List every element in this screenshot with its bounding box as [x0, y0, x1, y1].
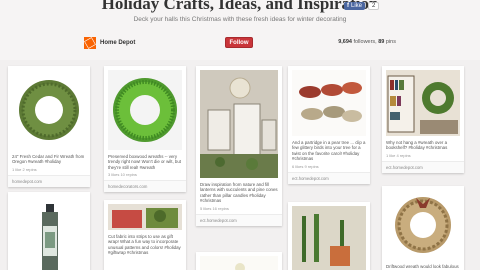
pin-card[interactable]: Draw inspiration from nature and fill la…	[196, 66, 282, 226]
pin-source[interactable]: ect.homedepot.com	[288, 171, 370, 184]
pin-source[interactable]: homedecorators.com	[104, 180, 186, 193]
facebook-like-label: Like	[351, 3, 363, 9]
pin-stats: 3 likes 10 repins	[108, 172, 137, 178]
owner-bar: Home Depot Follow 9,694 followers, 89 pi…	[84, 36, 396, 50]
pin-card[interactable]: And a partridge in a pear tree ... clip …	[288, 66, 370, 184]
pin-card[interactable]: 24" Fresh Cedar and Fir Wreath from Oreg…	[8, 66, 90, 187]
board-description: Deck your halls this Christmas with thes…	[133, 16, 347, 23]
home-depot-logo-icon	[84, 37, 96, 49]
pin-card[interactable]	[196, 252, 282, 270]
pin-image-cedar-wreath[interactable]	[12, 70, 86, 150]
pin-description: Draw inspiration from nature and fill la…	[200, 182, 278, 204]
pin-description: Driftwood wreath would look fabulous	[386, 264, 459, 269]
pin-description: Preserved boxwood wreaths -- very trendy…	[108, 154, 181, 170]
pin-card[interactable]: Why not hang a #wreath over a bookshelf?…	[382, 66, 464, 173]
pin-stats: 5 likes 16 repins	[200, 205, 229, 211]
pin-description: And a partridge in a pear tree ... clip …	[292, 140, 366, 162]
facebook-like-count: 2	[368, 2, 380, 10]
pin-image-boxwood-wreath[interactable]	[108, 70, 182, 150]
pin-description: 24" Fresh Cedar and Fir Wreath from Oreg…	[12, 154, 85, 165]
pin-image-plant[interactable]	[292, 206, 366, 270]
pin-card[interactable]	[8, 192, 90, 270]
facebook-like[interactable]: f Like 2	[344, 1, 380, 11]
pin-stats: 1 like 2 repins	[12, 166, 37, 172]
followers-label: followers,	[353, 39, 377, 45]
pin-description: Cut fabric into strips to use as gift wr…	[108, 234, 181, 256]
pin-card[interactable]: Preserved boxwood wreaths -- very trendy…	[104, 66, 186, 193]
pin-image-glitter-birds[interactable]	[292, 70, 366, 136]
pin-card[interactable]: Driftwood wreath would look fabulous	[382, 186, 464, 270]
pin-description: Why not hang a #wreath over a bookshelf?…	[386, 140, 448, 151]
pin-image-fabric-giftwrap[interactable]	[108, 204, 182, 230]
pins-label: pins	[385, 39, 396, 45]
facebook-like-button[interactable]: f Like	[344, 2, 366, 10]
pin-image-ornament[interactable]	[200, 256, 278, 270]
pin-image-bottle[interactable]	[12, 196, 86, 270]
pin-image-bookshelf-wreath[interactable]	[386, 70, 460, 136]
pin-image-driftwood-wreath[interactable]	[386, 190, 460, 260]
facebook-icon: f	[347, 3, 349, 9]
board-stats: 9,694 followers, 89 pins	[338, 39, 396, 45]
home-depot-logo-avatar[interactable]	[84, 37, 96, 49]
board-title: Holiday Crafts, Ideas, and Inspiration	[101, 0, 379, 13]
board-header: Holiday Crafts, Ideas, and Inspiration f…	[0, 0, 480, 60]
pin-source[interactable]: homedepot.com	[8, 174, 90, 187]
pin-stats: 6 likes 9 repins	[292, 163, 319, 169]
pin-card[interactable]: Cut fabric into strips to use as gift wr…	[104, 200, 186, 270]
pin-source[interactable]: ect.homedepot.com	[196, 213, 282, 226]
followers-count: 9,694	[338, 39, 352, 45]
pin-image-lanterns[interactable]	[200, 70, 278, 178]
follow-button[interactable]: Follow	[225, 37, 253, 48]
pin-stats: 1 like 4 repins	[386, 152, 411, 158]
pins-count: 89	[378, 39, 385, 45]
pin-source[interactable]: ect.homedepot.com	[382, 160, 464, 173]
owner-name[interactable]: Home Depot	[100, 40, 135, 46]
pin-card[interactable]	[288, 202, 370, 270]
